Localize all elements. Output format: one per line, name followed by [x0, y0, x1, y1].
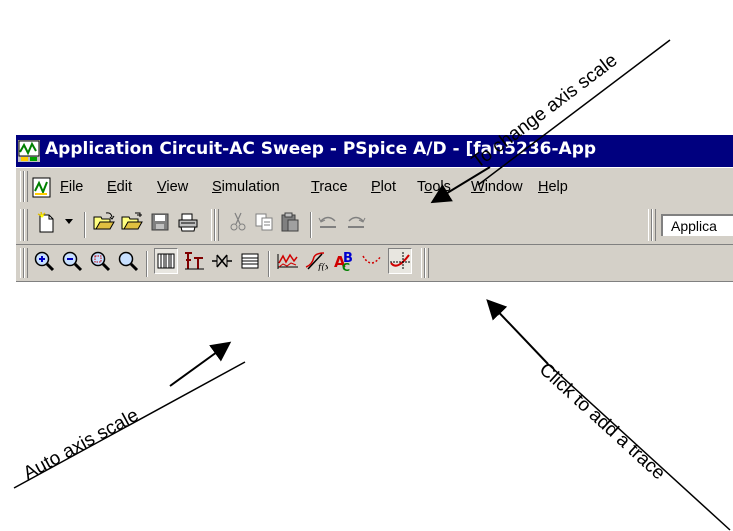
change-axis-underline [477, 39, 671, 186]
auto-axis-arrow [169, 341, 232, 387]
add-trace-arrow [486, 299, 549, 365]
